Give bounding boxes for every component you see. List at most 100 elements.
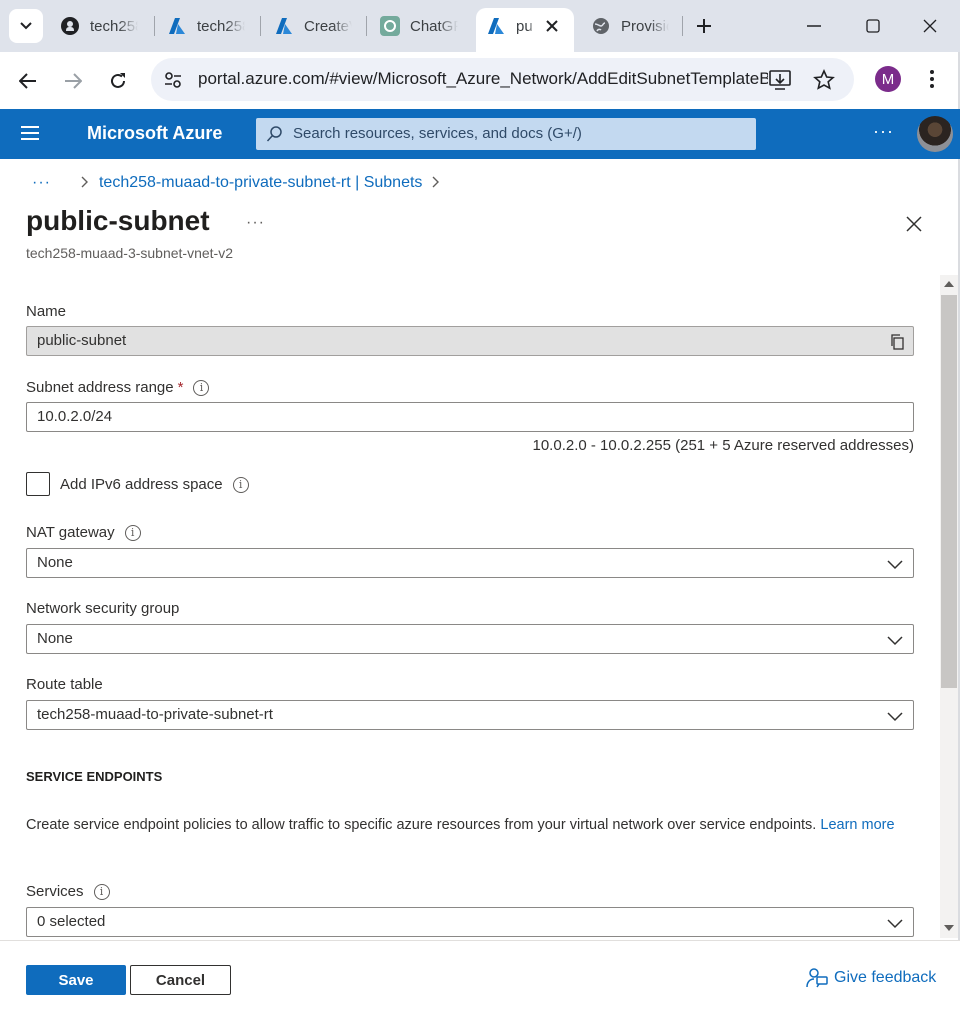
nat-gateway-label: NAT gateway i [26,524,141,541]
chevron-down-icon [887,633,903,650]
ipv6-checkbox[interactable] [26,472,50,496]
service-endpoints-description: Create service endpoint policies to allo… [26,817,895,833]
tab-label: Provisio [621,17,669,35]
tab-divider [154,16,155,36]
tab-azure-1[interactable]: tech258 [167,8,257,44]
required-marker: * [177,379,184,396]
cancel-button[interactable]: Cancel [130,965,231,995]
name-field[interactable]: public-subnet [26,326,914,356]
reload-button[interactable] [103,66,133,96]
tab-label: ChatGPT [410,17,458,35]
back-button[interactable] [13,66,43,96]
services-dropdown[interactable]: 0 selected [26,907,914,937]
chatgpt-icon [380,16,400,36]
install-app-icon[interactable] [769,70,791,95]
feedback-icon [806,968,828,988]
hamburger-menu-icon[interactable] [21,126,39,140]
window-close-button[interactable] [918,14,942,38]
tab-active-subnet[interactable]: pu [476,8,574,52]
info-icon[interactable]: i [232,476,249,493]
omnibox[interactable]: portal.azure.com/#view/Microsoft_Azure_N… [151,58,854,101]
user-avatar[interactable] [917,116,953,152]
services-value: 0 selected [37,913,106,930]
ipv6-label: Add IPv6 address space i [60,476,249,493]
info-icon[interactable]: i [124,524,141,541]
page-subtitle: tech258-muaad-3-subnet-vnet-v2 [26,245,234,261]
subnet-range-value: 10.0.2.0/24 [37,408,113,425]
tab-label: CreateV [304,17,352,35]
maximize-icon [866,19,880,33]
github-icon [60,16,80,36]
tab-close-icon[interactable] [546,20,558,32]
breadcrumb-ellipsis[interactable]: ··· [32,174,51,192]
chevron-down-icon [887,916,903,933]
nat-gateway-dropdown[interactable]: None [26,548,914,578]
tab-divider [260,16,261,36]
tab-github[interactable]: tech258 [60,8,150,44]
site-settings-icon[interactable] [163,70,183,95]
close-blade-button[interactable] [904,214,924,234]
maximize-button[interactable] [861,14,885,38]
arrow-right-icon [65,73,82,89]
give-feedback-label: Give feedback [834,969,937,986]
nsg-label: Network security group [26,600,180,617]
tab-chatgpt[interactable]: ChatGPT [380,8,470,44]
new-tab-button[interactable] [692,14,716,38]
breadcrumb: ··· tech258-muaad-to-private-subnet-rt |… [32,172,450,194]
chevron-right-icon [432,175,440,191]
tab-azure-2[interactable]: CreateV [274,8,364,44]
tab-divider [682,16,683,36]
globe-icon [591,16,611,36]
nat-gateway-value: None [37,554,73,571]
info-icon[interactable]: i [93,883,110,900]
url-text[interactable]: portal.azure.com/#view/Microsoft_Azure_N… [198,69,768,89]
info-icon[interactable]: i [193,379,210,396]
subnet-range-input[interactable]: 10.0.2.0/24 [26,402,914,432]
chevron-down-icon [887,709,903,726]
search-icon [266,125,284,148]
copy-icon[interactable] [889,333,905,355]
subnet-range-hint: 10.0.2.0 - 10.0.2.255 (251 + 5 Azure res… [532,437,915,454]
name-label: Name [26,303,67,320]
route-table-label: Route table [26,676,103,693]
chevron-down-icon [20,22,32,30]
route-table-dropdown[interactable]: tech258-muaad-to-private-subnet-rt [26,700,914,730]
forward-button[interactable] [58,66,88,96]
scroll-down-arrow[interactable] [944,925,954,931]
tab-label: tech258 [197,17,245,35]
scroll-up-arrow[interactable] [944,281,954,287]
give-feedback-link[interactable]: Give feedback [806,967,936,989]
tab-label: pu [516,17,533,35]
global-search-input[interactable]: Search resources, services, and docs (G+… [256,118,756,150]
subnet-range-label: Subnet address range * i [26,379,210,396]
browser-menu-icon[interactable] [929,69,935,94]
arrow-left-icon [19,73,36,89]
tab-provisioning[interactable]: Provisio [591,8,681,44]
save-button[interactable]: Save [26,965,126,995]
address-bar-row: portal.azure.com/#view/Microsoft_Azure_N… [0,52,960,108]
service-endpoints-heading: SERVICE ENDPOINTS [26,769,163,784]
nsg-dropdown[interactable]: None [26,624,914,654]
header-more-button[interactable]: ··· [873,121,894,142]
minimize-button[interactable] [802,14,826,38]
reload-icon [111,73,125,88]
chevron-down-icon [887,557,903,574]
azure-icon [274,16,294,36]
scrollbar-thumb[interactable] [941,295,957,688]
azure-brand[interactable]: Microsoft Azure [87,123,222,144]
close-icon [923,19,937,33]
tab-label: tech258 [90,17,138,35]
plus-icon [697,19,711,33]
page-title: public-subnet [26,205,210,236]
profile-avatar[interactable]: M [875,66,901,92]
browser-tab-strip: tech258 tech258 CreateV ChatGPT pu [0,0,960,52]
name-value: public-subnet [37,332,127,349]
bookmark-star-icon[interactable] [813,69,835,96]
close-icon [906,216,922,232]
azure-icon [167,16,187,36]
learn-more-link[interactable]: Learn more [820,817,894,833]
nsg-value: None [37,630,73,647]
tab-search-button[interactable] [9,9,43,43]
title-more-button[interactable]: ··· [246,214,265,232]
breadcrumb-link-subnets[interactable]: tech258-muaad-to-private-subnet-rt | Sub… [99,174,422,192]
